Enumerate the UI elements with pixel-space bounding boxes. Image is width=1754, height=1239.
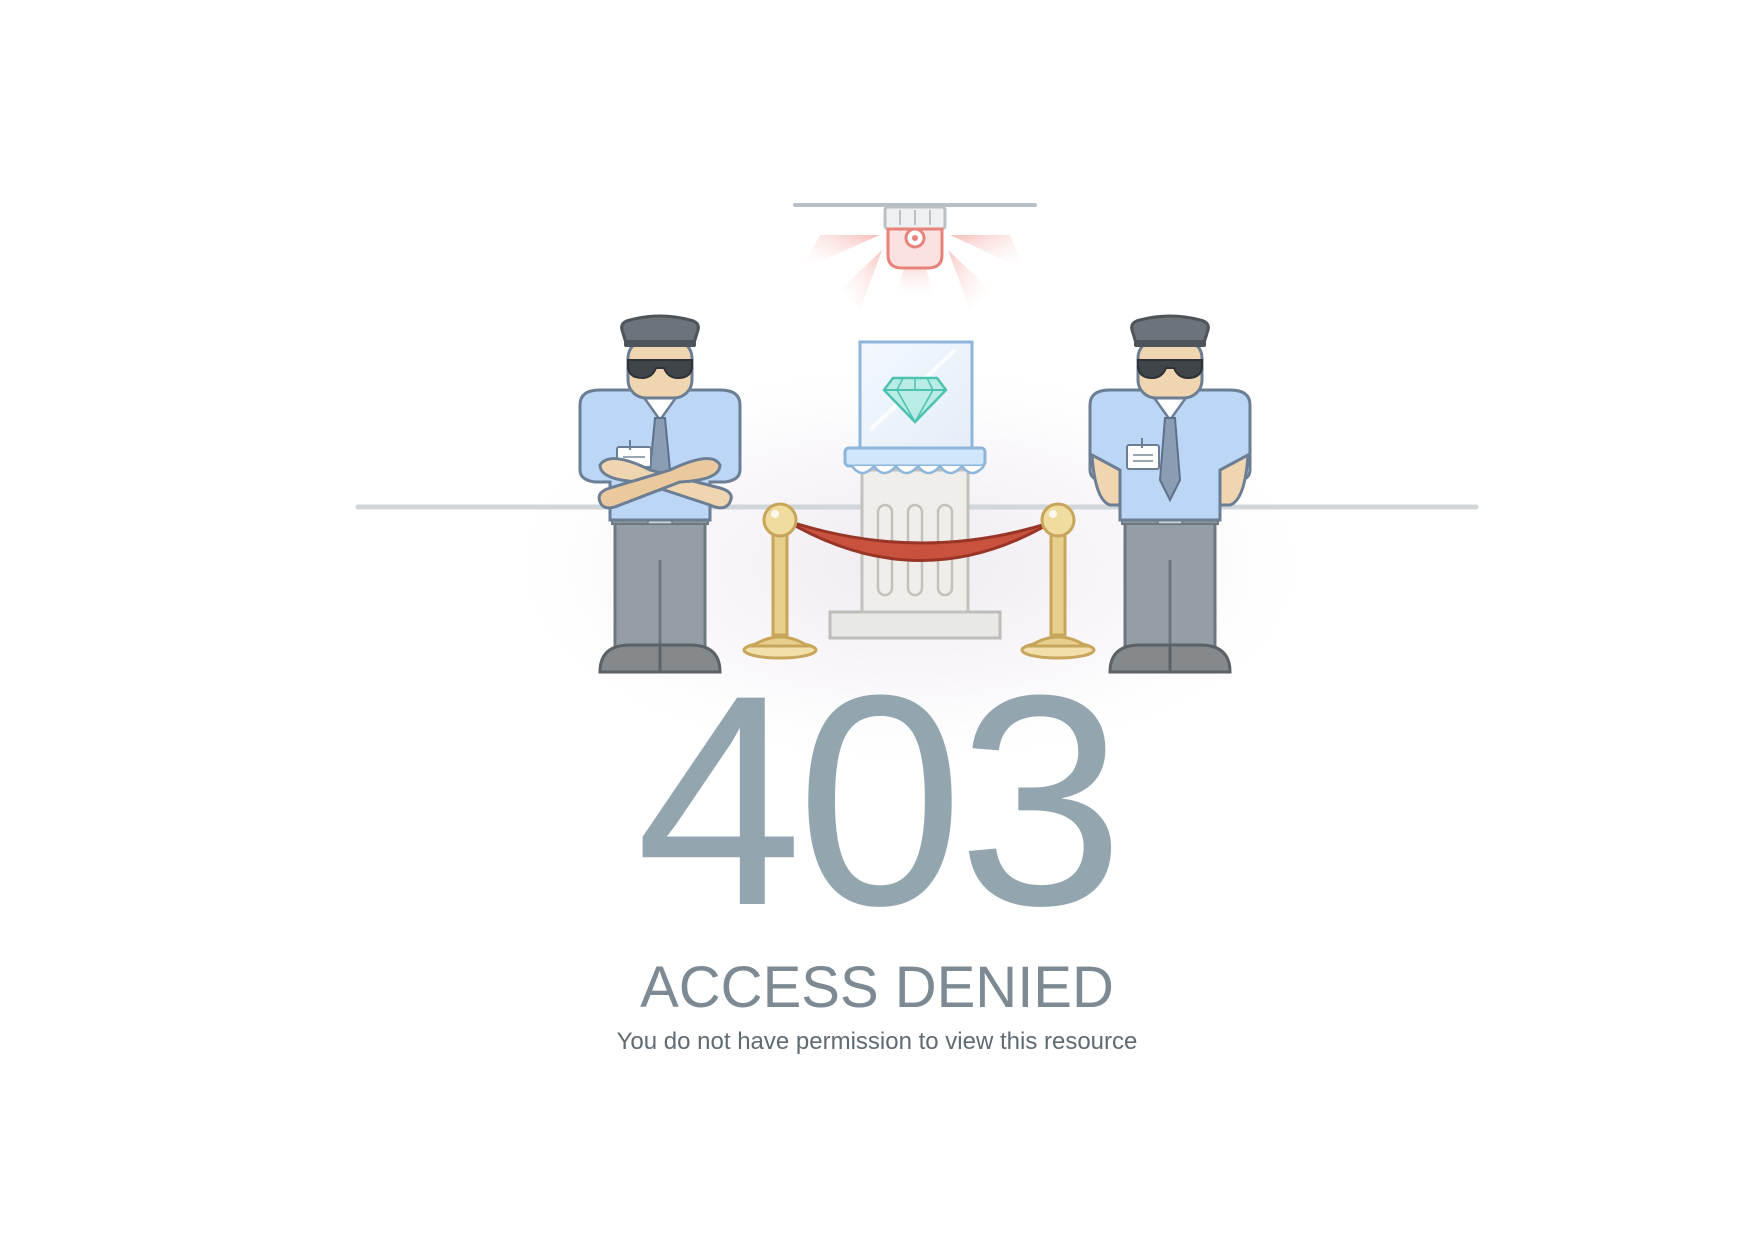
error-message: You do not have permission to view this … [616, 1028, 1138, 1055]
error-title: ACCESS DENIED [640, 955, 1114, 1020]
error-code: 403 [635, 632, 1125, 968]
security-camera-icon [793, 203, 1037, 310]
